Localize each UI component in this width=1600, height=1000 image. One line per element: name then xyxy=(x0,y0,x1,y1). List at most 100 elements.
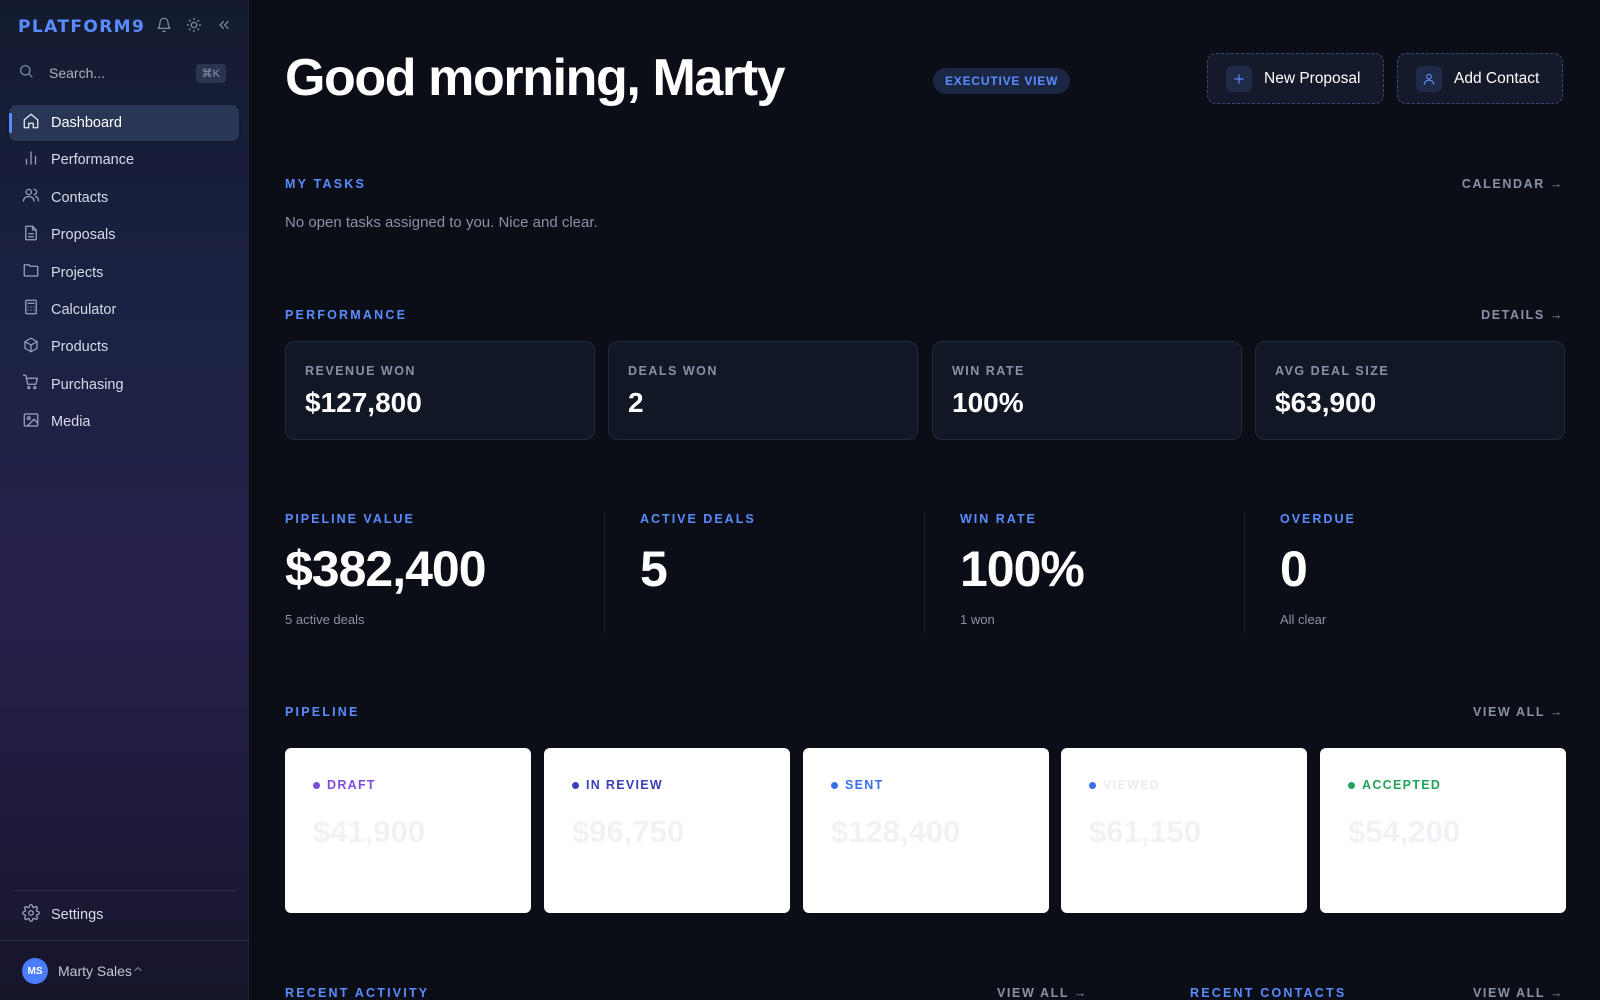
my-tasks-heading: MY TASKS xyxy=(285,177,367,191)
card-label: REVENUE WON xyxy=(305,364,416,378)
kpi-subtext: 5 active deals xyxy=(285,612,365,627)
pipeline-stage-draft[interactable]: DRAFT $41,900 xyxy=(285,748,531,913)
kpi-win-rate: WIN RATE 100% 1 won xyxy=(960,512,1085,627)
bar-chart-icon xyxy=(22,149,40,172)
user-icon xyxy=(1416,65,1442,92)
sidebar-item-proposals[interactable]: Proposals xyxy=(9,217,239,253)
details-link[interactable]: DETAILS → xyxy=(1481,308,1564,322)
folder-icon xyxy=(22,261,40,284)
revenue-won-card: REVENUE WON $127,800 xyxy=(285,341,595,440)
brand-icons xyxy=(156,17,232,38)
divider xyxy=(0,940,249,941)
kpi-divider xyxy=(1244,512,1245,634)
pipeline-view-all-link[interactable]: VIEW ALL → xyxy=(1473,705,1564,719)
pipeline-stage-viewed[interactable]: VIEWED $61,150 xyxy=(1061,748,1307,913)
pipeline-stage-sent[interactable]: SENT $128,400 xyxy=(803,748,1049,913)
card-value: $63,900 xyxy=(1275,387,1377,418)
calendar-link[interactable]: CALENDAR → xyxy=(1462,177,1564,191)
sidebar-item-contacts[interactable]: Contacts xyxy=(9,180,239,216)
sidebar-item-label: Projects xyxy=(51,264,104,281)
stage-label: VIEWED xyxy=(1089,778,1160,792)
calculator-icon xyxy=(22,298,40,321)
settings-label: Settings xyxy=(51,907,104,923)
sidebar-item-label: Dashboard xyxy=(51,115,122,131)
users-icon xyxy=(22,186,40,209)
sidebar-item-label: Proposals xyxy=(51,227,116,244)
sidebar: PLATFORM9 ⌘K Dashboard Performance xyxy=(0,0,249,1000)
search-shortcut-badge: ⌘K xyxy=(195,63,226,83)
recent-activity-heading: RECENT ACTIVITY xyxy=(285,986,430,1000)
executive-view-badge: EXECUTIVE VIEW xyxy=(933,68,1071,94)
add-contact-button[interactable]: Add Contact xyxy=(1397,53,1563,104)
theme-toggle-icon[interactable] xyxy=(186,17,202,38)
stage-amount: $96,750 xyxy=(572,814,685,849)
box-icon xyxy=(22,336,40,359)
kpi-label: WIN RATE xyxy=(960,512,1037,526)
recent-activity-view-all-link[interactable]: VIEW ALL → xyxy=(997,986,1088,1000)
sidebar-item-calculator[interactable]: Calculator xyxy=(9,292,239,328)
gear-icon xyxy=(22,903,40,927)
search-bar: ⌘K xyxy=(18,58,226,88)
stage-dot xyxy=(1348,781,1355,789)
sidebar-item-dashboard[interactable]: Dashboard xyxy=(9,105,239,141)
avatar: MS xyxy=(22,958,48,984)
sidebar-item-label: Products xyxy=(51,339,109,356)
app-window: PLATFORM9 ⌘K Dashboard Performance xyxy=(0,0,1600,1000)
stage-name: ACCEPTED xyxy=(1362,778,1442,792)
stage-name: DRAFT xyxy=(327,778,376,792)
kpi-pipeline-value: PIPELINE VALUE $382,400 5 active deals xyxy=(285,512,487,627)
collapse-sidebar-icon[interactable] xyxy=(216,17,232,38)
kpi-label: PIPELINE VALUE xyxy=(285,512,415,526)
kpi-subtext: 1 won xyxy=(960,612,995,627)
stage-dot xyxy=(313,781,320,789)
kpi-value: 5 xyxy=(640,541,668,597)
win-rate-card: WIN RATE 100% xyxy=(932,341,1242,440)
user-menu[interactable]: MS Marty Sales xyxy=(22,957,228,985)
kpi-label: OVERDUE xyxy=(1280,512,1356,526)
card-label: AVG DEAL SIZE xyxy=(1275,364,1390,378)
new-proposal-button[interactable]: New Proposal xyxy=(1207,53,1384,104)
search-input[interactable] xyxy=(49,65,179,81)
sidebar-item-purchasing[interactable]: Purchasing xyxy=(9,367,239,403)
stage-dot xyxy=(831,781,838,789)
file-text-icon xyxy=(22,224,40,247)
stage-label: DRAFT xyxy=(313,778,376,792)
sidebar-item-performance[interactable]: Performance xyxy=(9,142,239,178)
kpi-label: ACTIVE DEALS xyxy=(640,512,756,526)
plus-icon xyxy=(1226,65,1252,92)
kpi-overdue: OVERDUE 0 All clear xyxy=(1280,512,1356,627)
card-label: DEALS WON xyxy=(628,364,718,378)
bell-icon[interactable] xyxy=(156,17,172,38)
pipeline-stage-in-review[interactable]: IN REVIEW $96,750 xyxy=(544,748,790,913)
stage-amount: $54,200 xyxy=(1348,814,1461,849)
kpi-subtext: All clear xyxy=(1280,612,1327,627)
sidebar-item-products[interactable]: Products xyxy=(9,329,239,365)
sidebar-item-settings[interactable]: Settings xyxy=(9,897,239,933)
deals-won-card: DEALS WON 2 xyxy=(608,341,918,440)
sidebar-item-media[interactable]: Media xyxy=(9,404,239,440)
pipeline-stage-accepted[interactable]: ACCEPTED $54,200 xyxy=(1320,748,1566,913)
card-value: 100% xyxy=(952,387,1024,418)
sidebar-item-projects[interactable]: Projects xyxy=(9,255,239,291)
sidebar-nav: Dashboard Performance Contacts Proposals… xyxy=(9,105,239,442)
image-icon xyxy=(22,411,40,434)
kpi-value: 0 xyxy=(1280,541,1308,597)
stage-amount: $61,150 xyxy=(1089,814,1202,849)
add-contact-label: Add Contact xyxy=(1454,69,1540,87)
stage-dot xyxy=(572,781,579,789)
stage-name: IN REVIEW xyxy=(586,778,663,792)
tasks-empty-message: No open tasks assigned to you. Nice and … xyxy=(285,214,598,231)
stage-label: IN REVIEW xyxy=(572,778,663,792)
stage-amount: $128,400 xyxy=(831,814,961,849)
divider xyxy=(14,890,236,891)
sidebar-item-label: Performance xyxy=(51,152,135,169)
stage-dot xyxy=(1089,781,1096,789)
kpi-divider xyxy=(604,512,605,634)
kpi-value: $382,400 xyxy=(285,541,487,597)
card-value: 2 xyxy=(628,387,644,418)
kpi-active-deals: ACTIVE DEALS 5 xyxy=(640,512,756,612)
new-proposal-label: New Proposal xyxy=(1264,69,1361,87)
recent-contacts-view-all-link[interactable]: VIEW ALL → xyxy=(1473,986,1564,1000)
brand-logo[interactable]: PLATFORM9 xyxy=(18,17,145,37)
kpi-divider xyxy=(924,512,925,634)
